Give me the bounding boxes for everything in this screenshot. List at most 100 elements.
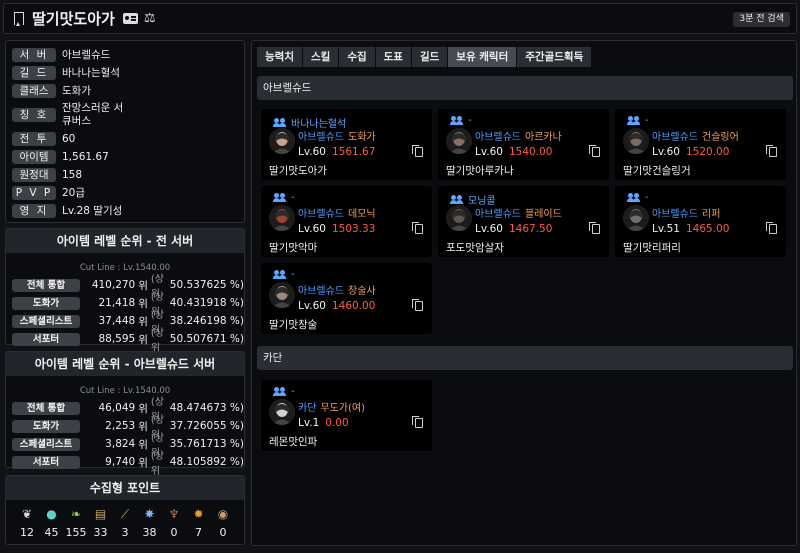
info-row: 아이템 1,561.67 [6, 149, 244, 165]
people-icon [450, 116, 463, 125]
rank-unit: 위 [138, 420, 148, 433]
character-card[interactable]: - 아브렐슈드 리퍼 Lv.51 1465.00 딸기맛리퍼리 [615, 186, 786, 257]
copy-icon[interactable] [412, 145, 423, 157]
collection-item[interactable]: ♆ 0 [163, 506, 185, 539]
rank-percentile: 50.537625 %) [169, 279, 244, 291]
rank-unit: 위 [138, 402, 148, 415]
collection-item[interactable]: ✸ 38 [139, 506, 161, 539]
collection-item[interactable]: ⟋ 3 [114, 506, 136, 539]
item-level: 1520.00 [685, 146, 730, 158]
tab-5[interactable]: 보유 캐릭터 [448, 47, 517, 67]
collection-item[interactable]: ● 45 [41, 506, 63, 539]
tab-0[interactable]: 능력치 [257, 47, 302, 67]
collection-count: 33 [93, 526, 108, 539]
character-name-title: 딸기맛도아가 [32, 10, 115, 28]
info-value: 1,561.67 [62, 150, 109, 163]
character-name: 포도맛암살자 [446, 242, 504, 254]
character-name: 딸기맛도아가 [269, 165, 327, 177]
character-server: 아브렐슈드 창술사 [298, 282, 376, 297]
id-card-icon[interactable] [122, 13, 138, 24]
tab-2[interactable]: 수집 [339, 47, 375, 67]
character-card[interactable]: - 아브렐슈드 창술사 Lv.60 1460.00 딸기맛창술 [261, 263, 432, 334]
ignea-icon: ♆ [168, 507, 180, 521]
server-name: 아브렐슈드 [475, 209, 521, 220]
character-class: 건슬링어 [702, 132, 739, 143]
character-avatar [446, 128, 472, 154]
copy-icon[interactable] [412, 299, 423, 311]
copy-icon[interactable] [589, 222, 600, 234]
info-label: 길 드 [12, 66, 56, 80]
rank-percentile: 50.507671 %) [169, 333, 244, 345]
character-server: 아브렐슈드 리퍼 [652, 205, 720, 220]
character-level: Lv.60 1503.33 [298, 223, 375, 235]
character-name: 딸기맛건슬링거 [623, 165, 691, 177]
rank-row: 도화가 21,418 위 (상위 40.431918 %) [6, 292, 244, 318]
tab-6[interactable]: 주간골드획득 [517, 47, 592, 67]
tab-3[interactable]: 도표 [375, 47, 411, 67]
character-card[interactable]: - 아브렐슈드 아르카나 Lv.60 1540.00 딸기맛아루카나 [438, 109, 609, 180]
copy-icon[interactable] [589, 145, 600, 157]
character-level: Lv.60 1520.00 [652, 146, 729, 158]
info-row: 클래스 도화가 [6, 83, 244, 99]
character-card[interactable]: - 아브렐슈드 건슬링어 Lv.60 1520.00 딸기맛건슬링거 [615, 109, 786, 180]
cutline-text: Cut Line : Lv.1540.00 [79, 263, 171, 273]
character-card[interactable]: - 카단 무도가(여) Lv.1 0.00 레몬맛인파 [261, 380, 432, 451]
people-icon [627, 193, 640, 202]
copy-icon[interactable] [412, 222, 423, 234]
guild-row: - [273, 192, 295, 203]
info-row: 길 드 바나나는혈석 [6, 65, 244, 81]
copy-icon[interactable] [766, 222, 777, 234]
item-level: 1503.33 [331, 223, 376, 235]
rank-top-prefix: (상위 [150, 328, 165, 354]
character-card[interactable]: - 아브렐슈드 데모닉 Lv.60 1503.33 딸기맛악마 [261, 186, 432, 257]
scale-icon[interactable]: ⚖ [144, 11, 156, 26]
masterpiece-icon: ▤ [94, 507, 107, 521]
people-icon [273, 118, 286, 127]
people-icon [273, 270, 286, 279]
character-class: 데모닉 [348, 209, 376, 220]
collection-item[interactable]: ❦ 12 [16, 506, 38, 539]
character-avatar [623, 205, 649, 231]
bookmark-icon[interactable] [14, 12, 24, 26]
tab-1[interactable]: 스킬 [302, 47, 339, 67]
info-value: 60 [62, 132, 76, 145]
collection-item[interactable]: ✹ 7 [188, 506, 210, 539]
server-group-header: 아브렐슈드 [257, 76, 793, 100]
info-value: 아브렐슈드 [62, 48, 111, 61]
rank-category-label: 전체 통합 [12, 401, 80, 415]
tab-bar: 능력치 스킬 수집 도표 길드 보유 캐릭터 주간골드획득 [257, 47, 592, 67]
character-card[interactable]: 바나나는혈석 아브렐슈드 도화가 Lv.60 1561.67 딸기맛도아가 [261, 109, 432, 180]
character-avatar [269, 205, 295, 231]
collection-item[interactable]: ▤ 33 [90, 506, 112, 539]
collection-count: 45 [44, 526, 59, 539]
character-name: 딸기맛리퍼리 [623, 242, 681, 254]
recent-search-button[interactable]: 3분 전 검색 [733, 12, 790, 27]
rank-panel-title: 아이템 레벨 순위 - 전 서버 [6, 229, 244, 253]
character-card[interactable]: 모닝콜 아브렐슈드 블레이드 Lv.60 1467.50 포도맛암살자 [438, 186, 609, 257]
copy-icon[interactable] [412, 416, 423, 428]
server-name: 아브렐슈드 [298, 286, 344, 297]
rank-category-label: 도화가 [12, 419, 80, 433]
level-value: Lv.60 [298, 300, 326, 312]
rank-row: 전체 통합 410,270 위 (상위 50.537625 %) [6, 274, 244, 300]
item-level: 1540.00 [508, 146, 553, 158]
rank-category-label: 서포터 [12, 455, 80, 469]
rank-percentile: 38.246198 %) [169, 315, 244, 327]
character-avatar [269, 128, 295, 154]
rank-panel-title: 아이템 레벨 순위 - 아브렐슈드 서버 [6, 352, 244, 376]
copy-icon[interactable] [766, 145, 777, 157]
tab-4[interactable]: 길드 [411, 47, 448, 67]
cutline-text: Cut Line : Lv.1540.00 [79, 386, 171, 396]
guild-row: - [450, 115, 472, 126]
rank-unit: 위 [138, 456, 148, 469]
info-label: P V P [12, 186, 56, 200]
info-label: 서 버 [12, 48, 56, 62]
level-value: Lv.60 [475, 223, 503, 235]
collection-count: 155 [65, 526, 87, 539]
collection-item[interactable]: ◉ 0 [212, 506, 234, 539]
rank-unit: 위 [138, 333, 148, 346]
page-header: 딸기맛도아가 ⚖ 3분 전 검색 [3, 3, 797, 34]
collection-item[interactable]: ❧ 155 [65, 506, 87, 539]
info-label: 아이템 [12, 150, 56, 164]
info-value: 바나나는혈석 [62, 66, 120, 79]
